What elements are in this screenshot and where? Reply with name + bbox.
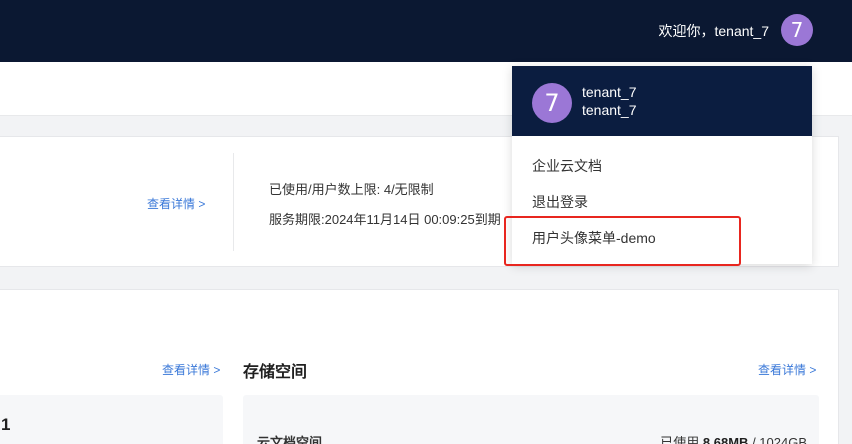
- menu-user-header: 7 tenant_7 tenant_7: [512, 66, 812, 136]
- service-period-text: 服务期限:2024年11月14日 00:09:25到期: [269, 212, 501, 227]
- menu-item-logout[interactable]: 退出登录: [532, 192, 588, 212]
- storage-usage: 已使用 8.68MB / 1024GB: [660, 432, 807, 444]
- avatar-initial: 7: [790, 18, 804, 42]
- user-avatar-button[interactable]: 7: [781, 14, 813, 46]
- menu-avatar: 7: [532, 83, 572, 123]
- menu-account-name: tenant_7: [582, 102, 637, 118]
- account-details-link[interactable]: 查看详情 >: [147, 195, 205, 212]
- storage-box: 云文档空间 已使用 8.68MB / 1024GB: [243, 395, 819, 444]
- user-limit-text: 已使用/用户数上限: 4/无限制: [269, 182, 434, 197]
- used-prefix: 已使用: [660, 435, 703, 444]
- used-value: 8.68MB: [702, 435, 749, 444]
- menu-display-name: tenant_7: [582, 84, 637, 100]
- usage-card: 查看详情 > 1 存储空间 查看详情 > 云文档空间 已使用 8.68MB / …: [0, 289, 839, 444]
- storage-title: 存储空间: [243, 364, 308, 381]
- usage-value: 1: [1, 415, 11, 434]
- cloud-space-label: 云文档空间: [257, 435, 323, 444]
- card-divider: [233, 153, 234, 251]
- total-suffix: / 1024GB: [748, 435, 807, 444]
- top-navbar: 欢迎你，tenant_7 7: [0, 0, 852, 62]
- storage-details-link[interactable]: 查看详情 >: [758, 361, 816, 378]
- usage-details-link[interactable]: 查看详情 >: [162, 361, 220, 378]
- usage-box-left: 1: [0, 395, 223, 444]
- welcome-text: 欢迎你，tenant_7: [658, 23, 770, 39]
- highlight-box: [504, 216, 741, 266]
- menu-avatar-initial: 7: [544, 89, 560, 117]
- menu-item-enterprise-docs[interactable]: 企业云文档: [532, 156, 602, 176]
